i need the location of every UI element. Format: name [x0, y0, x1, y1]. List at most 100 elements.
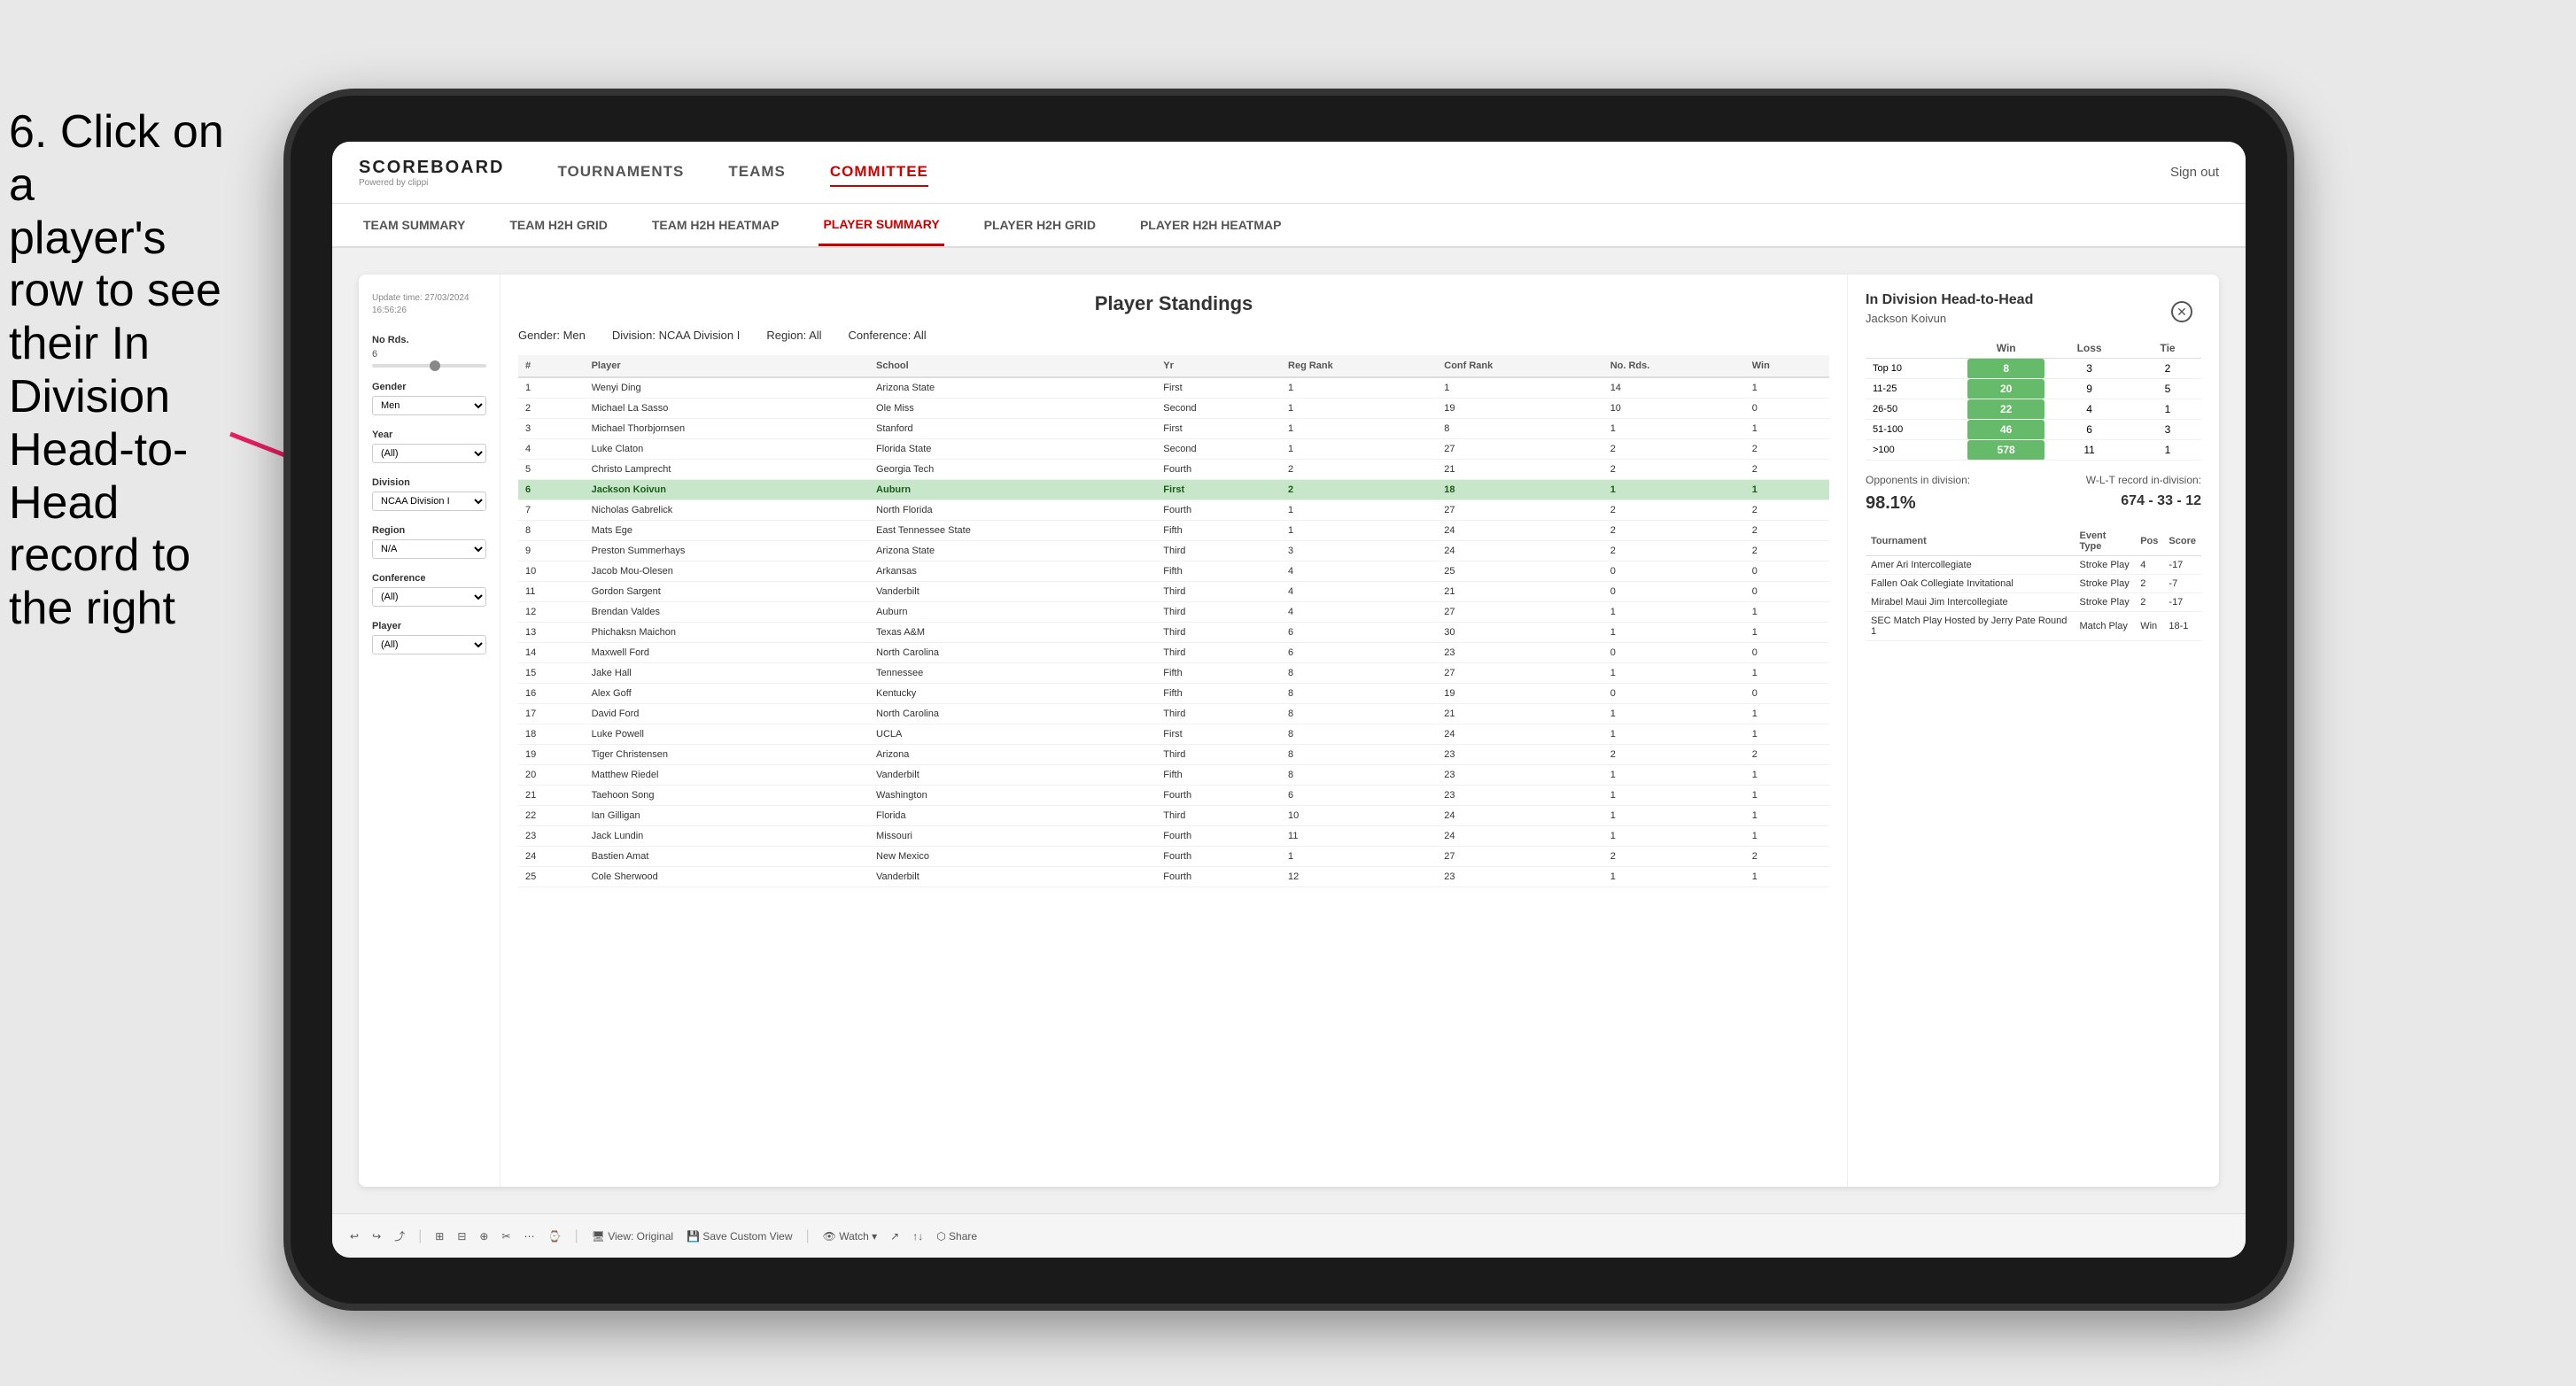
table-row[interactable]: 3 Michael Thorbjornsen Stanford First 1 … — [518, 419, 1829, 439]
cell-school: Florida State — [869, 439, 1156, 460]
cell-reg-rank: 8 — [1281, 684, 1437, 704]
nav-tournaments[interactable]: TOURNAMENTS — [557, 159, 684, 187]
tablet-screen: SCOREBOARD Powered by clippi TOURNAMENTS… — [332, 142, 2246, 1258]
cell-win: 1 — [1745, 602, 1829, 623]
table-row[interactable]: 24 Bastien Amat New Mexico Fourth 1 27 2… — [518, 847, 1829, 867]
region-select[interactable]: N/A — [372, 539, 486, 559]
division-select[interactable]: NCAA Division I NCAA Division II NCAA Di… — [372, 492, 486, 511]
cell-yr: Third — [1156, 806, 1281, 826]
player-select[interactable]: (All) — [372, 635, 486, 654]
toolbar-zoom[interactable]: ⊕ — [479, 1230, 488, 1243]
cell-player: David Ford — [585, 704, 869, 724]
cell-no-rds: 1 — [1603, 480, 1745, 500]
cell-conf-rank: 1 — [1437, 377, 1602, 399]
toolbar-undo[interactable]: ↩ — [350, 1230, 359, 1243]
col-no-rds: No. Rds. — [1603, 355, 1745, 377]
cell-player: Wenyi Ding — [585, 377, 869, 399]
tourn-col-score: Score — [2163, 527, 2201, 556]
cell-num: 1 — [518, 377, 585, 399]
toolbar-cut[interactable]: ✂ — [501, 1230, 510, 1243]
table-row[interactable]: 16 Alex Goff Kentucky Fifth 8 19 0 0 — [518, 684, 1829, 704]
sub-nav-player-h2h-grid[interactable]: PLAYER H2H GRID — [980, 204, 1100, 246]
cell-no-rds: 2 — [1603, 745, 1745, 765]
cell-win: 1 — [1745, 826, 1829, 847]
table-row[interactable]: 4 Luke Claton Florida State Second 1 27 … — [518, 439, 1829, 460]
toolbar-watch[interactable]: 👁 Watch ▾ — [823, 1230, 878, 1243]
h2h-tie: 3 — [2134, 420, 2201, 440]
toolbar-more[interactable]: ⋯ — [524, 1230, 535, 1243]
cell-win: 1 — [1745, 786, 1829, 806]
cell-player: Maxwell Ford — [585, 643, 869, 663]
sub-nav-team-summary[interactable]: TEAM SUMMARY — [359, 204, 469, 246]
cell-player: Jackson Koivun — [585, 480, 869, 500]
no-rds-slider[interactable] — [372, 364, 486, 368]
table-row[interactable]: 15 Jake Hall Tennessee Fifth 8 27 1 1 — [518, 663, 1829, 684]
table-row[interactable]: 8 Mats Ege East Tennessee State Fifth 1 … — [518, 521, 1829, 541]
gender-label: Gender — [372, 382, 486, 392]
h2h-row: >100 578 11 1 — [1866, 440, 2201, 461]
table-row[interactable]: 20 Matthew Riedel Vanderbilt Fifth 8 23 … — [518, 765, 1829, 786]
cell-win: 2 — [1745, 541, 1829, 561]
cell-reg-rank: 1 — [1281, 439, 1437, 460]
cell-conf-rank: 19 — [1437, 399, 1602, 419]
tourn-col-pos: Pos — [2135, 527, 2163, 556]
table-row[interactable]: 9 Preston Summerhays Arizona State Third… — [518, 541, 1829, 561]
cell-school: Florida — [869, 806, 1156, 826]
table-row[interactable]: 10 Jacob Mou-Olesen Arkansas Fifth 4 25 … — [518, 561, 1829, 582]
conference-select[interactable]: (All) — [372, 587, 486, 607]
table-row[interactable]: 12 Brendan Valdes Auburn Third 4 27 1 1 — [518, 602, 1829, 623]
h2h-win: 578 — [1967, 440, 2045, 461]
table-row[interactable]: 13 Phichaksn Maichon Texas A&M Third 6 3… — [518, 623, 1829, 643]
toolbar-refresh[interactable]: ⤴ — [394, 1228, 405, 1243]
table-row[interactable]: 5 Christo Lamprecht Georgia Tech Fourth … — [518, 460, 1829, 480]
toolbar-view-original[interactable]: 🖥 View: Original — [592, 1230, 673, 1243]
player-table: # Player School Yr Reg Rank Conf Rank No… — [518, 355, 1829, 887]
sub-nav-team-h2h-heatmap[interactable]: TEAM H2H HEATMAP — [648, 204, 784, 246]
cell-player: Brendan Valdes — [585, 602, 869, 623]
toolbar-redo[interactable]: ↪ — [372, 1230, 381, 1243]
sign-out-button[interactable]: Sign out — [2170, 165, 2219, 180]
opponents-pct: 98.1% — [1866, 493, 1916, 514]
year-select[interactable]: (All) First Second Third Fourth Fifth — [372, 444, 486, 463]
sub-nav-team-h2h-grid[interactable]: TEAM H2H GRID — [505, 204, 611, 246]
cell-yr: Third — [1156, 623, 1281, 643]
toolbar-save-custom[interactable]: 💾 Save Custom View — [687, 1230, 792, 1243]
table-row[interactable]: 6 Jackson Koivun Auburn First 2 18 1 1 — [518, 480, 1829, 500]
tourn-type: Stroke Play — [2074, 593, 2135, 612]
table-row[interactable]: 19 Tiger Christensen Arizona Third 8 23 … — [518, 745, 1829, 765]
toolbar-remove[interactable]: ⊟ — [457, 1230, 466, 1243]
h2h-win: 8 — [1967, 359, 2045, 379]
sub-nav-player-summary[interactable]: PLAYER SUMMARY — [819, 204, 943, 246]
table-row[interactable]: 2 Michael La Sasso Ole Miss Second 1 19 … — [518, 399, 1829, 419]
toolbar-share[interactable]: ⬡ Share — [936, 1230, 977, 1243]
toolbar-sep1: | — [418, 1228, 422, 1244]
table-row[interactable]: 22 Ian Gilligan Florida Third 10 24 1 1 — [518, 806, 1829, 826]
nav-teams[interactable]: TEAMS — [728, 159, 786, 187]
tourn-score: -17 — [2163, 556, 2201, 575]
table-row[interactable]: 17 David Ford North Carolina Third 8 21 … — [518, 704, 1829, 724]
toolbar-export[interactable]: ↗ — [890, 1230, 899, 1243]
table-row[interactable]: 14 Maxwell Ford North Carolina Third 6 2… — [518, 643, 1829, 663]
table-row[interactable]: 1 Wenyi Ding Arizona State First 1 1 14 … — [518, 377, 1829, 399]
table-row[interactable]: 11 Gordon Sargent Vanderbilt Third 4 21 … — [518, 582, 1829, 602]
cell-yr: Fifth — [1156, 561, 1281, 582]
table-row[interactable]: 23 Jack Lundin Missouri Fourth 11 24 1 1 — [518, 826, 1829, 847]
table-row[interactable]: 25 Cole Sherwood Vanderbilt Fourth 12 23… — [518, 867, 1829, 887]
cell-player: Jacob Mou-Olesen — [585, 561, 869, 582]
sub-nav-player-h2h-heatmap[interactable]: PLAYER H2H HEATMAP — [1136, 204, 1285, 246]
gender-select[interactable]: Men Women — [372, 396, 486, 415]
h2h-row: 11-25 20 9 5 — [1866, 379, 2201, 399]
bottom-toolbar: ↩ ↪ ⤴ | ⊞ ⊟ ⊕ ✂ ⋯ ⌚ | 🖥 View: Original 💾… — [332, 1213, 2246, 1258]
table-row[interactable]: 21 Taehoon Song Washington Fourth 6 23 1… — [518, 786, 1829, 806]
toolbar-add[interactable]: ⊞ — [435, 1230, 444, 1243]
nav-committee[interactable]: COMMITTEE — [830, 159, 928, 187]
cell-player: Jack Lundin — [585, 826, 869, 847]
table-row[interactable]: 7 Nicholas Gabrelick North Florida Fourt… — [518, 500, 1829, 521]
toolbar-timer[interactable]: ⌚ — [548, 1230, 562, 1243]
toolbar-sort[interactable]: ↑↓ — [912, 1230, 923, 1243]
table-row[interactable]: 18 Luke Powell UCLA First 8 24 1 1 — [518, 724, 1829, 745]
cell-reg-rank: 6 — [1281, 623, 1437, 643]
cell-conf-rank: 27 — [1437, 602, 1602, 623]
cell-yr: Second — [1156, 439, 1281, 460]
h2h-close-button[interactable]: ✕ — [2171, 301, 2192, 322]
